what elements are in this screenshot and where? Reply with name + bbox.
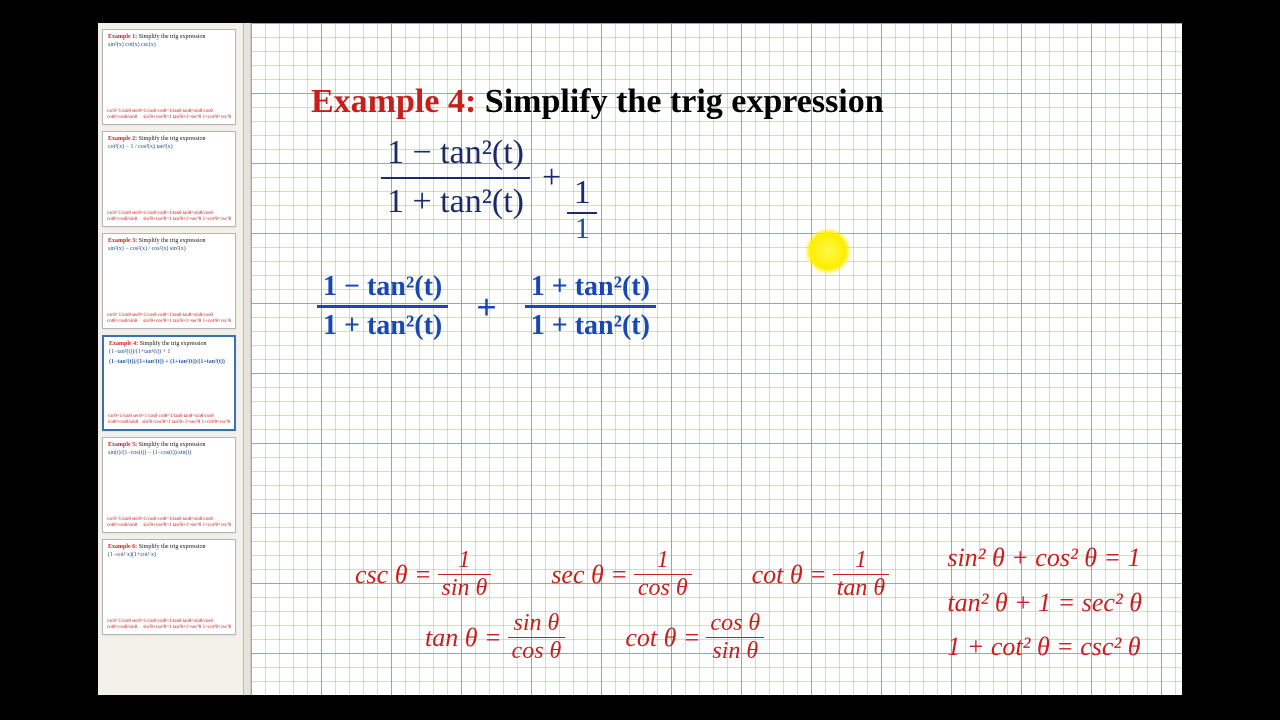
work-right-den: 1 + tan²(t) bbox=[525, 310, 656, 342]
pythag-3: 1 + cot² θ = csc² θ bbox=[947, 625, 1142, 669]
work-left-num: 1 − tan²(t) bbox=[317, 271, 448, 303]
main-expression: 1 − tan²(t) 1 + tan²(t) + 1 1 bbox=[381, 133, 597, 246]
id-den: tan θ bbox=[833, 575, 889, 602]
one-numerator: 1 bbox=[574, 174, 591, 212]
work-right-fraction: 1 + tan²(t) 1 + tan²(t) bbox=[525, 271, 656, 342]
id-cot: cot θ = 1tan θ bbox=[752, 547, 890, 602]
id-cot2: cot θ = cos θsin θ bbox=[625, 610, 764, 665]
work-left-den: 1 + tan²(t) bbox=[317, 310, 448, 342]
main-numerator: 1 − tan²(t) bbox=[381, 133, 530, 174]
id-sec: sec θ = 1cos θ bbox=[551, 547, 691, 602]
fraction-bar bbox=[381, 177, 530, 179]
pythag-2: tan² θ + 1 = sec² θ bbox=[947, 581, 1142, 625]
plus-sign: + bbox=[542, 159, 561, 196]
thumb-equation: sin²(x) cot(x) csc(x) bbox=[108, 42, 230, 48]
id-lhs: tan θ = bbox=[425, 623, 502, 653]
id-num: 1 bbox=[454, 547, 474, 574]
slide-thumb-1[interactable]: Example 1: Simplify the trig expression … bbox=[102, 29, 236, 125]
thumb-subtitle: Simplify the trig expression bbox=[139, 238, 206, 244]
slide-thumb-4[interactable]: Example 4: Simplify the trig expression … bbox=[102, 335, 236, 431]
id-num: cos θ bbox=[706, 610, 764, 637]
work-bar bbox=[525, 305, 656, 308]
thumb-title: Example 2: bbox=[108, 136, 137, 142]
id-den: cos θ bbox=[508, 638, 566, 665]
example-label: Example 4: bbox=[311, 83, 476, 120]
id-lhs: cot θ = bbox=[625, 623, 700, 653]
id-den: sin θ bbox=[708, 638, 762, 665]
id-den: sin θ bbox=[438, 575, 492, 602]
work-bar bbox=[317, 305, 448, 308]
thumb-subtitle: Simplify the trig expression bbox=[139, 544, 206, 550]
thumb-title: Example 1: bbox=[108, 34, 137, 40]
thumb-subtitle: Simplify the trig expression bbox=[139, 442, 206, 448]
thumb-subtitle: Simplify the trig expression bbox=[139, 136, 206, 142]
id-lhs: cot θ = bbox=[752, 560, 827, 590]
slide-thumb-5[interactable]: Example 5: Simplify the trig expression … bbox=[102, 437, 236, 533]
thumb-equation: sin²(x) − cos²(x) / cos²(x) sin²(x) bbox=[108, 246, 230, 252]
thumb-identities-right: sin²θ+cos²θ=1 tan²θ+1=sec²θ 1+cot²θ=csc²… bbox=[143, 319, 231, 325]
example-text: Simplify the trig expression bbox=[485, 83, 884, 120]
slide-thumb-2[interactable]: Example 2: Simplify the trig expression … bbox=[102, 131, 236, 227]
thumb-equation: (1−tan²(t))/(1+tan²(t)) + 1 bbox=[109, 349, 229, 355]
handwritten-work: 1 − tan²(t) 1 + tan²(t) + 1 + tan²(t) 1 … bbox=[317, 271, 656, 342]
id-num: 1 bbox=[851, 547, 871, 574]
pythag-1: sin² θ + cos² θ = 1 bbox=[947, 536, 1142, 580]
thumb-handwriting: (1−tan²(t))/(1+tan²(t)) + (1+tan²(t))/(1… bbox=[109, 359, 229, 365]
id-lhs: sec θ = bbox=[551, 560, 628, 590]
id-tan: tan θ = sin θcos θ bbox=[425, 610, 565, 665]
thumb-equation: (1−cot² x)(1+cot² x) bbox=[108, 552, 230, 558]
thumb-subtitle: Simplify the trig expression bbox=[139, 34, 206, 40]
work-plus: + bbox=[476, 286, 497, 328]
thumbnail-panel: Example 1: Simplify the trig expression … bbox=[98, 23, 244, 695]
thumb-title: Example 5: bbox=[108, 442, 137, 448]
slide-thumb-3[interactable]: Example 3: Simplify the trig expression … bbox=[102, 233, 236, 329]
thumb-identities-right: sin²θ+cos²θ=1 tan²θ+1=sec²θ 1+cot²θ=csc²… bbox=[143, 217, 231, 223]
one-over-one: 1 1 bbox=[567, 174, 597, 246]
id-num: 1 bbox=[653, 547, 673, 574]
work-right-num: 1 + tan²(t) bbox=[525, 271, 656, 303]
main-fraction: 1 − tan²(t) 1 + tan²(t) bbox=[381, 133, 530, 223]
thumb-equation: cot²(x) − 1 / cos²(x) tan²(x) bbox=[108, 144, 230, 150]
thumb-title: Example 6: bbox=[108, 544, 137, 550]
thumb-identities-right: sin²θ+cos²θ=1 tan²θ+1=sec²θ 1+cot²θ=csc²… bbox=[143, 115, 231, 121]
id-csc: csc θ = 1sin θ bbox=[355, 547, 491, 602]
work-left-fraction: 1 − tan²(t) 1 + tan²(t) bbox=[317, 271, 448, 342]
presentation-stage: Example 1: Simplify the trig expression … bbox=[98, 23, 1182, 695]
pythagorean-identities: sin² θ + cos² θ = 1 tan² θ + 1 = sec² θ … bbox=[947, 536, 1142, 669]
id-lhs: csc θ = bbox=[355, 560, 432, 590]
thumb-title: Example 3: bbox=[108, 238, 137, 244]
id-den: cos θ bbox=[634, 575, 692, 602]
thumb-identities-right: sin²θ+cos²θ=1 tan²θ+1=sec²θ 1+cot²θ=csc²… bbox=[142, 420, 230, 426]
id-num: sin θ bbox=[510, 610, 564, 637]
thumb-subtitle: Simplify the trig expression bbox=[140, 341, 207, 347]
thumb-identities-right: sin²θ+cos²θ=1 tan²θ+1=sec²θ 1+cot²θ=csc²… bbox=[143, 625, 231, 631]
slide-thumb-6[interactable]: Example 6: Simplify the trig expression … bbox=[102, 539, 236, 635]
one-denominator: 1 bbox=[575, 212, 590, 246]
cursor-highlight-icon bbox=[805, 228, 851, 274]
thumb-equation: sin(t)/(1−cos(t)) − (1−cos(t))/sin(t) bbox=[108, 450, 230, 456]
main-denominator: 1 + tan²(t) bbox=[381, 182, 530, 223]
thumb-title: Example 4: bbox=[109, 341, 138, 347]
slide-canvas[interactable]: Example 4: Simplify the trig expression … bbox=[250, 23, 1182, 695]
thumb-identities-right: sin²θ+cos²θ=1 tan²θ+1=sec²θ 1+cot²θ=csc²… bbox=[143, 523, 231, 529]
slide-title: Example 4: Simplify the trig expression bbox=[311, 83, 884, 121]
